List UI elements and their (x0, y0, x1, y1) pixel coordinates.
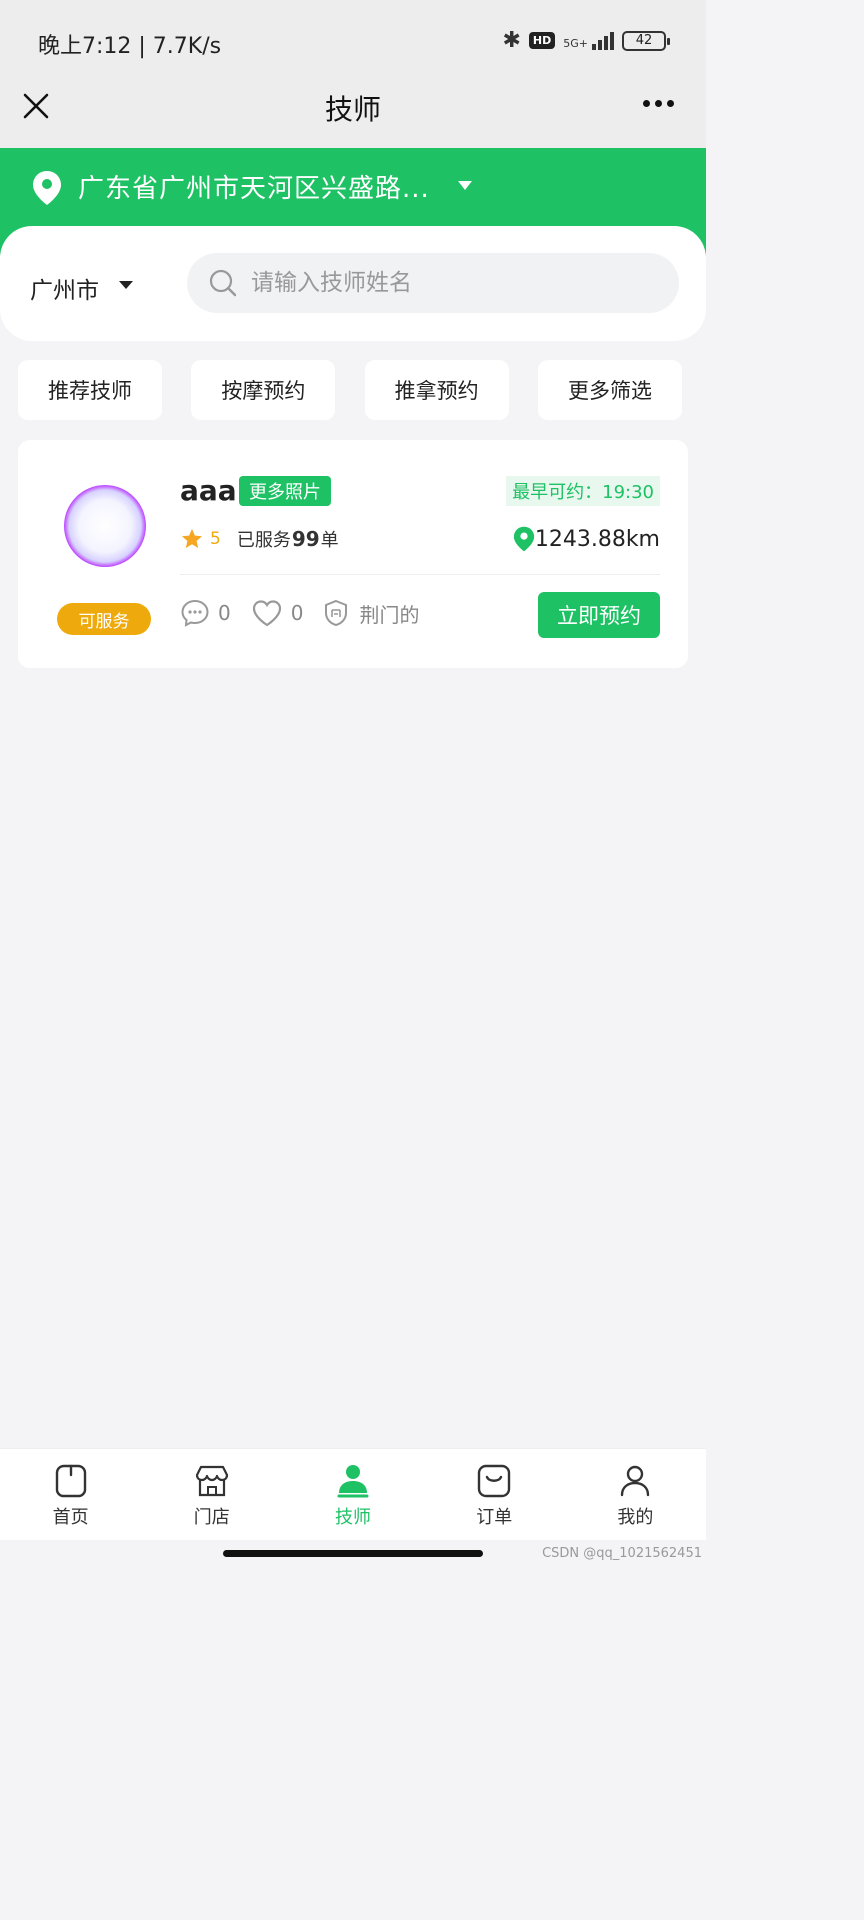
tab-label: 我的 (617, 1507, 654, 1528)
technician-icon (337, 1465, 369, 1498)
book-now-button[interactable]: 立即预约 (538, 592, 660, 638)
search-box[interactable] (187, 253, 679, 313)
hd-badge: HD (528, 32, 556, 49)
location-address: 广东省广州市天河区兴盛路... (78, 174, 430, 204)
status-time: 晚上7:12 | 7.7K/s (38, 34, 222, 59)
search-panel: 广州市 (0, 226, 706, 341)
tab-technician[interactable]: 技师 (282, 1449, 423, 1540)
location-pin-icon (33, 171, 61, 205)
search-input[interactable] (251, 253, 651, 313)
shop-icon (325, 599, 348, 627)
served-count: 99 (291, 527, 320, 551)
stats-row: 0 0 荆门的 (180, 598, 419, 628)
tab-label: 技师 (335, 1507, 371, 1528)
tab-orders[interactable]: 订单 (424, 1449, 565, 1540)
star-icon (182, 529, 202, 548)
status-bar: 晚上7:12 | 7.7K/s ✱ HD 5G+ 42 (0, 0, 706, 80)
battery-level: 42 (635, 32, 653, 48)
earliest-available-badge: 最早可约：19:30 (506, 476, 660, 506)
home-icon (55, 1464, 86, 1498)
order-icon (478, 1464, 511, 1498)
filter-more[interactable]: 更多筛选 (537, 360, 682, 420)
location-pin-icon (513, 526, 534, 552)
heart-icon[interactable] (251, 598, 283, 628)
served-orders: 已服务99单 (237, 526, 339, 552)
chevron-down-icon (458, 181, 472, 190)
shop-name: 荆门的 (359, 602, 420, 627)
profile-icon (621, 1465, 650, 1497)
network-label: 5G+ (563, 36, 588, 50)
rating-row: 5 已服务99单 (180, 526, 339, 552)
rating-value: 5 (210, 529, 221, 549)
store-icon (195, 1465, 228, 1497)
home-indicator[interactable] (223, 1550, 483, 1557)
more-photos-button[interactable]: 更多照片 (239, 476, 331, 506)
nav-bar: 技师 (0, 80, 706, 148)
comment-icon[interactable] (180, 598, 210, 628)
tab-store[interactable]: 门店 (141, 1449, 282, 1540)
search-icon (209, 269, 237, 297)
status-icons: ✱ HD 5G+ 42 (502, 28, 670, 53)
city-dropdown-icon[interactable] (119, 281, 133, 289)
filter-massage[interactable]: 按摩预约 (191, 360, 336, 420)
tab-label: 首页 (52, 1507, 89, 1528)
watermark: CSDN @qq_1021562451 (542, 1546, 702, 1561)
filter-recommended[interactable]: 推荐技师 (18, 360, 162, 420)
bluetooth-icon: ✱ (502, 28, 521, 53)
tab-bar: 首页 门店 技师 订单 我的 (0, 1448, 706, 1540)
technician-name: aaa (180, 474, 237, 507)
technician-card[interactable]: 可服务 aaa 更多照片 最早可约：19:30 5 已服务99单 1243.88… (18, 440, 688, 668)
more-icon[interactable] (643, 100, 674, 107)
divider (180, 574, 660, 575)
distance-value: 1243.88km (534, 526, 660, 552)
filter-tuina[interactable]: 推拿预约 (364, 360, 509, 420)
served-prefix: 已服务 (236, 530, 291, 551)
status-badge: 可服务 (57, 603, 151, 635)
page-title: 技师 (324, 93, 381, 126)
tab-label: 订单 (476, 1507, 513, 1528)
tab-home[interactable]: 首页 (0, 1449, 141, 1540)
filter-bar: 推荐技师 按摩预约 推拿预约 更多筛选 (18, 360, 682, 420)
served-suffix: 单 (320, 530, 339, 551)
comment-count: 0 (218, 601, 231, 625)
avatar[interactable] (64, 485, 146, 567)
battery-icon: 42 (622, 30, 670, 51)
signal-icon: 5G+ (563, 31, 614, 50)
tab-label: 门店 (193, 1507, 230, 1528)
tab-profile[interactable]: 我的 (565, 1449, 706, 1540)
like-count: 0 (290, 601, 304, 625)
city-selector[interactable]: 广州市 (30, 271, 99, 305)
distance: 1243.88km (513, 526, 660, 552)
